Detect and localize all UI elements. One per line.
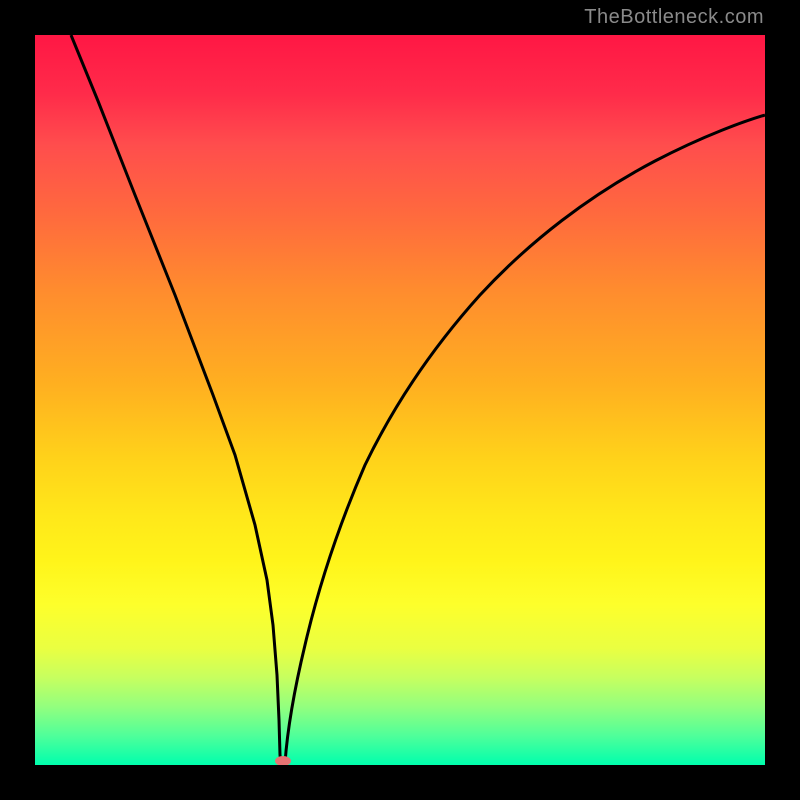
attribution-label: TheBottleneck.com <box>584 6 764 29</box>
chart-frame: TheBottleneck.com <box>0 0 800 800</box>
bottleneck-curve <box>35 35 765 765</box>
curve-right-branch <box>285 115 765 763</box>
curve-left-branch <box>71 35 281 763</box>
minimum-marker <box>275 756 291 765</box>
